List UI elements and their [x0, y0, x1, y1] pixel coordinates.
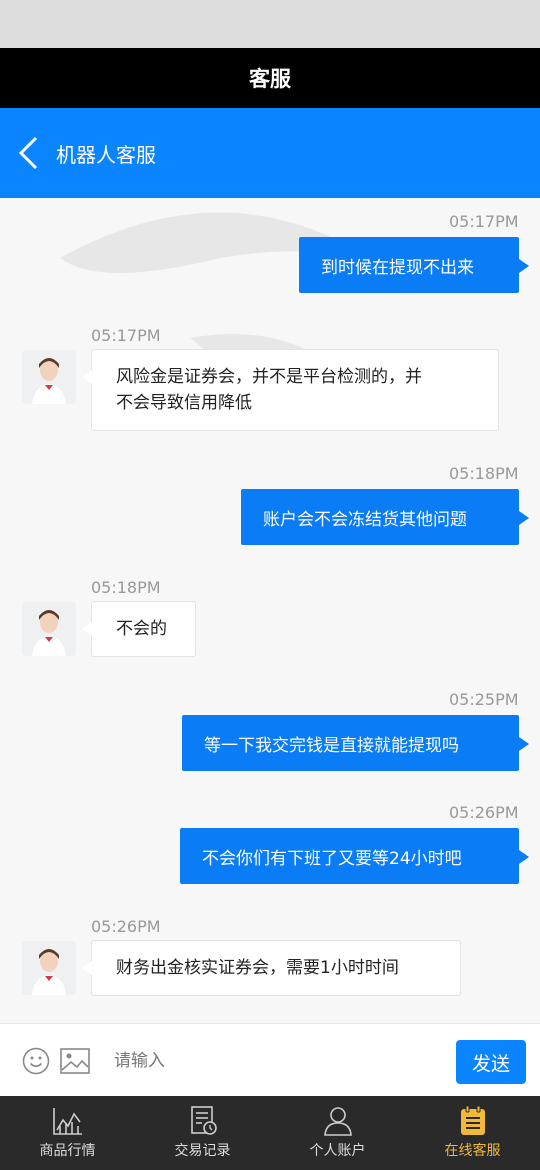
tab-label: 商品行情 [39, 1143, 96, 1159]
message-text: 不会导致信用降低 [116, 393, 252, 413]
nav-bar: 机器人客服 [0, 108, 540, 198]
message-time: 05:18PM [449, 464, 519, 483]
back-button[interactable] [0, 108, 56, 198]
image-icon[interactable] [60, 1048, 90, 1074]
received-message[interactable]: 风险金是证券会，并不是平台检测的，并 不会导致信用降低 [82, 349, 499, 431]
input-bar: 发送 [0, 1023, 540, 1096]
window-title: 客服 [0, 48, 540, 108]
agent-avatar [22, 602, 76, 656]
tab-label: 在线客服 [444, 1143, 501, 1159]
message-time: 05:17PM [449, 212, 519, 231]
service-icon [460, 1106, 485, 1135]
tab-service[interactable]: 在线客服 [405, 1096, 540, 1170]
send-button[interactable]: 发送 [456, 1040, 526, 1084]
message-text: 等一下我交完钱是直接就能提现吗 [204, 735, 459, 756]
message-time: 05:18PM [91, 578, 161, 597]
message-text: 到时候在提现不出来 [321, 257, 474, 278]
tab-market[interactable]: 商品行情 [0, 1096, 135, 1170]
message-time: 05:25PM [449, 690, 519, 709]
sent-message[interactable]: 不会你们有下班了又要等24小时吧 [180, 828, 529, 884]
status-bar [0, 0, 540, 48]
message-time: 05:26PM [449, 803, 519, 822]
message-text: 风险金是证券会，并不是平台检测的，并 [116, 367, 422, 387]
message-time: 05:26PM [91, 917, 161, 936]
message-text: 不会你们有下班了又要等24小时吧 [202, 848, 462, 869]
user-icon [323, 1107, 352, 1136]
chart-icon [52, 1108, 82, 1135]
message-text: 账户会不会冻结货其他问题 [263, 509, 467, 530]
tab-label: 交易记录 [174, 1143, 231, 1159]
emoji-icon[interactable] [22, 1047, 50, 1075]
nav-title: 机器人客服 [56, 142, 156, 167]
sent-message[interactable]: 等一下我交完钱是直接就能提现吗 [182, 715, 529, 771]
message-text: 不会的 [116, 619, 167, 639]
chevron-left-icon [18, 136, 38, 170]
sent-message[interactable]: 账户会不会冻结货其他问题 [241, 489, 529, 545]
tab-bar: 商品行情 交易记录 个人账户 在线客服 [0, 1096, 540, 1170]
agent-avatar [22, 350, 76, 404]
tab-label: 个人账户 [309, 1143, 366, 1159]
record-icon [190, 1106, 217, 1135]
sent-message[interactable]: 到时候在提现不出来 [299, 237, 529, 293]
message-time: 05:17PM [91, 326, 161, 345]
agent-avatar [22, 941, 76, 995]
message-input[interactable] [100, 1038, 445, 1083]
chat-area[interactable]: 05:17PM 到时候在提现不出来 05:17PM 风险金是证券会，并不是平台检… [0, 198, 540, 1023]
message-text: 财务出金核实证券会，需要1小时时间 [116, 958, 399, 978]
tab-account[interactable]: 个人账户 [270, 1096, 405, 1170]
received-message[interactable]: 财务出金核实证券会，需要1小时时间 [82, 940, 461, 996]
tab-records[interactable]: 交易记录 [135, 1096, 270, 1170]
received-message[interactable]: 不会的 [82, 601, 196, 657]
